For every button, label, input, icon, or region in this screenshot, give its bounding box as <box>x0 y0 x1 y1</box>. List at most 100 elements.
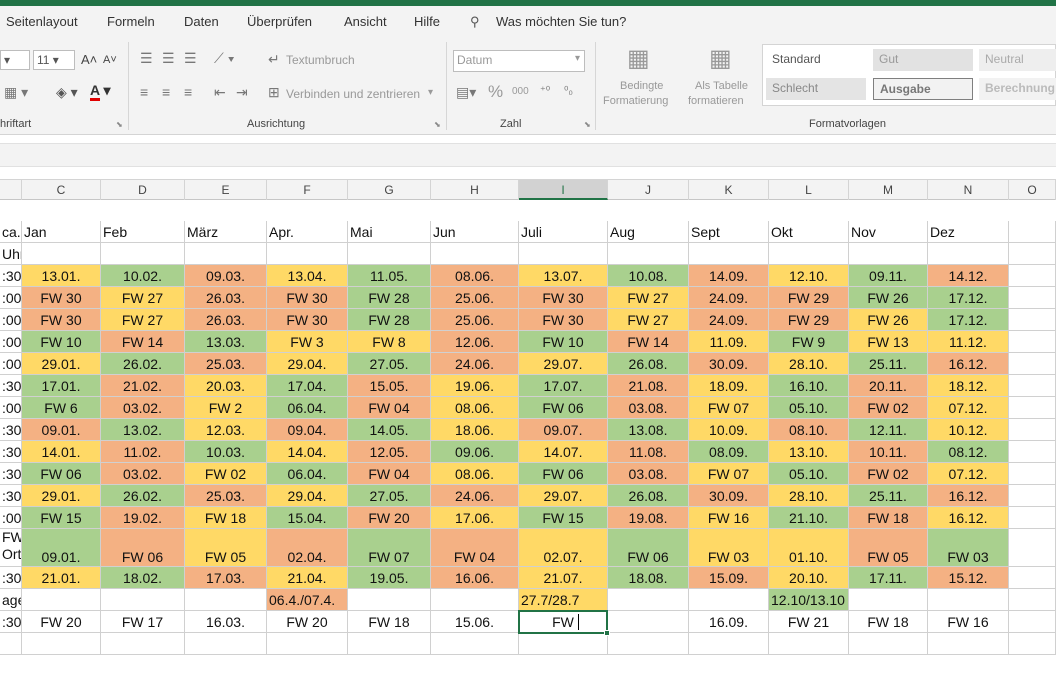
cell-m-5[interactable]: 20.11. <box>849 375 928 397</box>
percent-button[interactable]: % <box>488 82 503 102</box>
column-header-i[interactable]: I <box>519 180 608 200</box>
cell-i-12[interactable]: 02.07. <box>519 529 608 567</box>
row-label[interactable]: :00 <box>0 309 22 331</box>
cell-d-9[interactable]: 03.02. <box>101 463 185 485</box>
cell-n-4[interactable]: 16.12. <box>928 353 1009 375</box>
cell-e-6[interactable]: FW 2 <box>185 397 267 419</box>
row-label[interactable]: :30 <box>0 375 22 397</box>
column-header-c[interactable]: C <box>22 180 101 200</box>
month-header-1[interactable]: Feb <box>101 221 185 243</box>
cell-i-9[interactable]: FW 06 <box>519 463 608 485</box>
cell-i-15[interactable]: FW <box>519 611 608 633</box>
cell-j-11[interactable]: 19.08. <box>608 507 689 529</box>
row-label[interactable]: :30 <box>0 265 22 287</box>
column-header-g[interactable]: G <box>348 180 431 200</box>
row-label[interactable]: :00 <box>0 507 22 529</box>
align-center-icon[interactable]: ≡ <box>162 84 170 100</box>
cell-j-8[interactable]: 11.08. <box>608 441 689 463</box>
cell-d-8[interactable]: 11.02. <box>101 441 185 463</box>
cell-j-13[interactable]: 18.08. <box>608 567 689 589</box>
cell-c-8[interactable]: 14.01. <box>22 441 101 463</box>
cell-e-1[interactable]: 26.03. <box>185 287 267 309</box>
spreadsheet-grid[interactable]: ca. Jan Feb März Apr. Mai Jun Juli Aug Sept Okt Nov… <box>0 200 1056 675</box>
cell-m-2[interactable]: FW 26 <box>849 309 928 331</box>
cell-e-2[interactable]: 26.03. <box>185 309 267 331</box>
cell-d-12[interactable]: FW 06 <box>101 529 185 567</box>
thousands-button[interactable]: 000 <box>512 86 529 97</box>
empty-cell[interactable] <box>1009 375 1056 397</box>
cell-n-7[interactable]: 10.12. <box>928 419 1009 441</box>
cell-j-4[interactable]: 26.08. <box>608 353 689 375</box>
conditional-format-label-2[interactable]: Formatierung <box>603 95 668 107</box>
cell-n-6[interactable]: 07.12. <box>928 397 1009 419</box>
cell-m-10[interactable]: 25.11. <box>849 485 928 507</box>
cell-g-11[interactable]: FW 20 <box>348 507 431 529</box>
cell-h-5[interactable]: 19.06. <box>431 375 519 397</box>
cell-k-10[interactable]: 30.09. <box>689 485 769 507</box>
align-top-icon[interactable]: ☰ <box>140 50 153 67</box>
cell-e-14[interactable] <box>185 589 267 611</box>
cell-c-2[interactable]: FW 30 <box>22 309 101 331</box>
month-header-7[interactable]: Aug <box>608 221 689 243</box>
cell-h-11[interactable]: 17.06. <box>431 507 519 529</box>
empty-cell[interactable] <box>1009 441 1056 463</box>
empty-cell[interactable] <box>185 633 267 655</box>
empty-cell[interactable] <box>1009 397 1056 419</box>
cell-g-8[interactable]: 12.05. <box>348 441 431 463</box>
empty-cell[interactable] <box>849 633 928 655</box>
cell-c-12[interactable]: 09.01. <box>22 529 101 567</box>
cell-l-12[interactable]: 01.10. <box>769 529 849 567</box>
month-header-3[interactable]: Apr. <box>267 221 348 243</box>
cell-l-10[interactable]: 28.10. <box>769 485 849 507</box>
cell-l-2[interactable]: FW 29 <box>769 309 849 331</box>
fill-handle[interactable] <box>604 630 610 636</box>
style-berechnung[interactable]: Berechnung <box>979 78 1056 100</box>
cell-l-8[interactable]: 13.10. <box>769 441 849 463</box>
cell-f-1[interactable]: FW 30 <box>267 287 348 309</box>
column-header-f[interactable]: F <box>267 180 348 200</box>
empty-cell[interactable] <box>267 633 348 655</box>
cell-l-0[interactable]: 12.10. <box>769 265 849 287</box>
cell-l-6[interactable]: 05.10. <box>769 397 849 419</box>
merge-dropdown-icon[interactable]: ▾ <box>428 87 433 98</box>
cell-h-3[interactable]: 12.06. <box>431 331 519 353</box>
column-header-k[interactable]: K <box>689 180 769 200</box>
cell-h-1[interactable]: 25.06. <box>431 287 519 309</box>
cell-n-14[interactable] <box>928 589 1009 611</box>
style-standard[interactable]: Standard <box>766 49 866 71</box>
cell-c-1[interactable]: FW 30 <box>22 287 101 309</box>
cell-k-15[interactable]: 16.09. <box>689 611 769 633</box>
cell-k-11[interactable]: FW 16 <box>689 507 769 529</box>
cell-c-14[interactable] <box>22 589 101 611</box>
cell-h-12[interactable]: FW 04 <box>431 529 519 567</box>
cell-e-10[interactable]: 25.03. <box>185 485 267 507</box>
cell-d-15[interactable]: FW 17 <box>101 611 185 633</box>
cell-l-14[interactable]: 12.10/13.10 <box>769 589 849 611</box>
cell-m-6[interactable]: FW 02 <box>849 397 928 419</box>
cell-j-9[interactable]: 03.08. <box>608 463 689 485</box>
cell-g-13[interactable]: 19.05. <box>348 567 431 589</box>
cell-m-8[interactable]: 10.11. <box>849 441 928 463</box>
cell-i-14[interactable]: 27.7/28.7 <box>519 589 608 611</box>
cell-f-0[interactable]: 13.04. <box>267 265 348 287</box>
cell-i-1[interactable]: FW 30 <box>519 287 608 309</box>
cell-e-12[interactable]: FW 05 <box>185 529 267 567</box>
grow-font-button[interactable]: A˄ <box>81 52 97 67</box>
cell-e-4[interactable]: 25.03. <box>185 353 267 375</box>
cell-j-3[interactable]: FW 14 <box>608 331 689 353</box>
cell-k-0[interactable]: 14.09. <box>689 265 769 287</box>
row-label[interactable]: :30 <box>0 419 22 441</box>
format-as-table-icon[interactable]: ▦ <box>709 44 732 73</box>
cell-n-1[interactable]: 17.12. <box>928 287 1009 309</box>
empty-cell[interactable] <box>1009 353 1056 375</box>
cell-d-2[interactable]: FW 27 <box>101 309 185 331</box>
empty-cell[interactable] <box>1009 633 1056 655</box>
cell-i-4[interactable]: 29.07. <box>519 353 608 375</box>
cell-f-4[interactable]: 29.04. <box>267 353 348 375</box>
cell-f-2[interactable]: FW 30 <box>267 309 348 331</box>
fill-color-icon[interactable]: ◈ ▾ <box>56 84 78 101</box>
cell-h-13[interactable]: 16.06. <box>431 567 519 589</box>
style-schlecht[interactable]: Schlecht <box>766 78 866 100</box>
tab-seitenlayout[interactable]: Seitenlayout <box>6 14 78 29</box>
cell-d-4[interactable]: 26.02. <box>101 353 185 375</box>
